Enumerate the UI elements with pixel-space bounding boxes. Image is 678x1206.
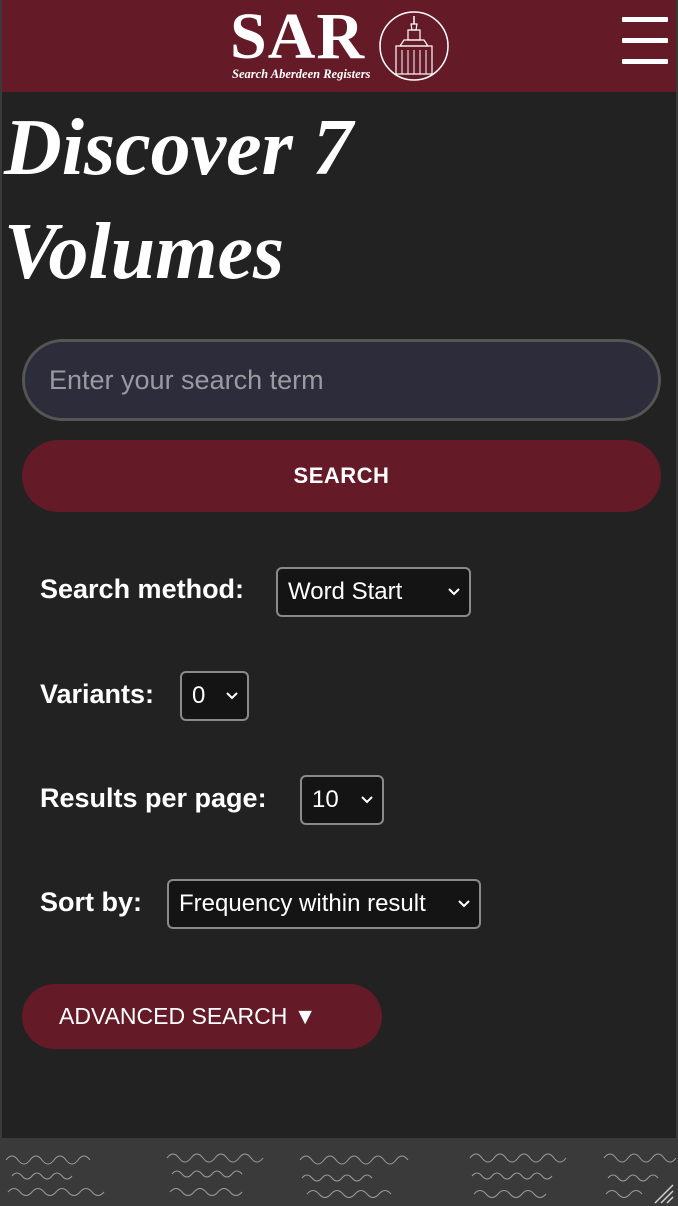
chevron-down-icon xyxy=(361,796,373,804)
logo-subtitle: Search Aberdeen Registers xyxy=(232,67,371,81)
advanced-search-button[interactable]: ADVANCED SEARCH ▼ xyxy=(22,984,382,1049)
search-input[interactable] xyxy=(22,339,661,421)
results-per-page-value: 10 xyxy=(312,786,339,813)
manuscript-pattern xyxy=(5,1153,676,1198)
variants-label: Variants: xyxy=(40,679,155,709)
sort-by-label: Sort by: xyxy=(40,887,143,917)
variants-select[interactable]: 0 xyxy=(180,671,249,721)
site-header: SAR Search Aberdeen Registers xyxy=(2,0,676,92)
logo-text: SAR xyxy=(230,0,366,73)
chevron-down-icon xyxy=(226,692,238,700)
search-method-value: Word Start xyxy=(288,578,403,605)
results-per-page-label: Results per page: xyxy=(40,783,267,813)
search-method-label: Search method: xyxy=(40,574,245,604)
manuscript-footer-strip xyxy=(2,1138,676,1206)
sort-by-value: Frequency within result xyxy=(179,890,426,917)
sort-by-select[interactable]: Frequency within result xyxy=(167,879,481,929)
chevron-down-icon xyxy=(448,588,460,596)
variants-value: 0 xyxy=(192,682,206,709)
site-logo[interactable]: SAR Search Aberdeen Registers xyxy=(230,4,454,88)
hamburger-menu-icon[interactable] xyxy=(622,17,670,65)
page-title: Discover 7 Volumes xyxy=(4,104,353,296)
search-method-select[interactable]: Word Start xyxy=(276,567,471,617)
chevron-down-icon xyxy=(458,900,470,908)
church-emblem-icon xyxy=(379,11,449,81)
search-button[interactable]: SEARCH xyxy=(22,440,661,512)
results-per-page-select[interactable]: 10 xyxy=(300,775,384,825)
resize-grip-icon[interactable] xyxy=(652,1182,674,1204)
